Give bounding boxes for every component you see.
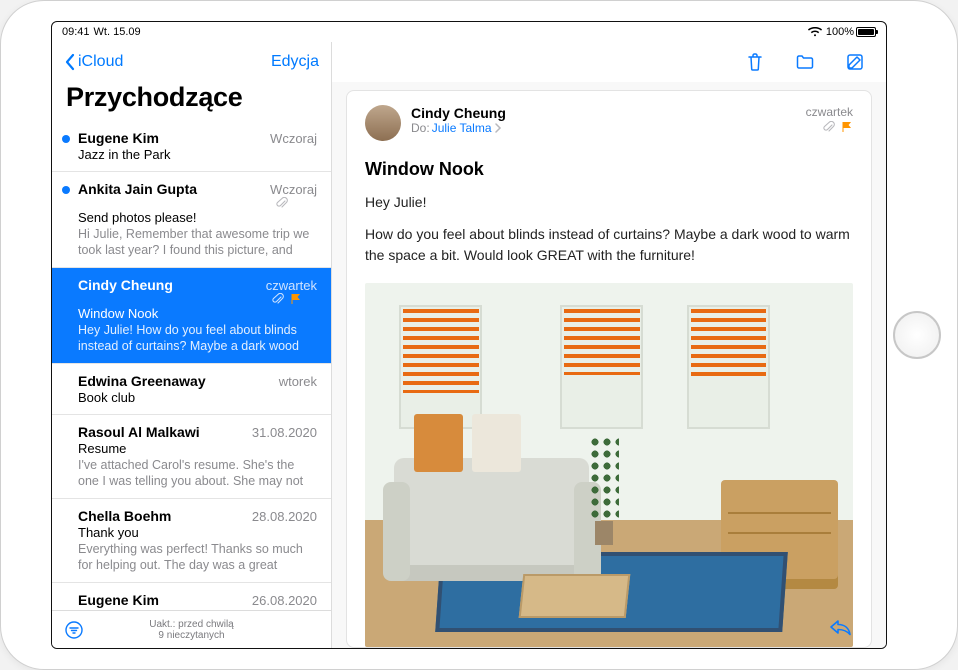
back-button[interactable]: iCloud (64, 53, 123, 71)
mail-item-sender: Eugene Kim (78, 130, 159, 146)
reply-button[interactable] (829, 617, 853, 637)
to-name: Julie Talma (432, 121, 492, 135)
mail-item[interactable]: Chella Boehm 28.08.2020Thank youEverythin… (52, 499, 331, 583)
mail-item-subject: Thank you (78, 525, 317, 540)
mail-item-date: czwartek (266, 278, 317, 305)
mail-item[interactable]: Edwina Greenaway wtorekBook club (52, 364, 331, 415)
mail-item-preview: Everything was perfect! Thanks so much f… (78, 541, 317, 573)
home-button[interactable] (893, 311, 941, 359)
message-subject: Window Nook (365, 159, 853, 180)
mail-item-date: wtorek (279, 374, 317, 389)
compose-button[interactable] (844, 51, 866, 73)
ipad-frame: 09:41 Wt. 15.09 100% (0, 0, 958, 670)
message-paragraph: Hey Julie! (365, 192, 853, 212)
mail-item-subject: Jazz in the Park (78, 147, 317, 162)
mail-item[interactable]: Rasoul Al Malkawi 31.08.2020ResumeI've at… (52, 415, 331, 499)
status-date: Wt. 15.09 (94, 26, 141, 38)
chevron-right-icon (494, 123, 502, 133)
mail-list[interactable]: Eugene KimWczorajJazz in the ParkAnkita … (52, 121, 331, 610)
attachment-icon (276, 197, 288, 209)
attachment-icon (823, 121, 835, 133)
footer-updated: Uakt.: przed chwilą (149, 619, 233, 630)
mail-item-sender: Edwina Greenaway (78, 373, 206, 389)
mail-item-subject: Book club (78, 390, 317, 405)
mail-item-date: 26.08.2020 (252, 593, 317, 608)
mail-item-preview: Hey Julie! How do you feel about blinds … (78, 322, 317, 354)
status-bar: 09:41 Wt. 15.09 100% (52, 22, 886, 42)
filter-icon[interactable] (64, 620, 84, 640)
mail-item[interactable]: Cindy Cheung czwartekWindow NookHey Julie… (52, 268, 331, 364)
chevron-left-icon (64, 53, 76, 71)
mail-item-sender: Cindy Cheung (78, 277, 173, 293)
flag-icon (290, 293, 302, 305)
battery-indicator: 100% (826, 26, 876, 38)
mail-item-date: Wczoraj (270, 182, 317, 209)
flag-icon (841, 121, 853, 133)
trash-button[interactable] (744, 51, 766, 73)
move-button[interactable] (794, 51, 816, 73)
avatar[interactable] (365, 105, 401, 141)
mail-item[interactable]: Ankita Jain Gupta WczorajSend photos plea… (52, 172, 331, 268)
unread-dot-icon (62, 135, 70, 143)
edit-button[interactable]: Edycja (271, 53, 319, 71)
mail-item-date: 28.08.2020 (252, 509, 317, 524)
mail-item-sender: Chella Boehm (78, 508, 171, 524)
to-label: Do: (411, 121, 430, 135)
message-text: Hey Julie! How do you feel about blinds … (365, 192, 853, 277)
attachment-icon (272, 293, 284, 305)
mail-item-subject: Send photos please! (78, 210, 317, 225)
mail-item-date: 31.08.2020 (252, 425, 317, 440)
message-attachment-image[interactable] (365, 283, 853, 647)
sidebar-footer: Uakt.: przed chwilą 9 nieczytanych (52, 610, 331, 648)
message-body: Cindy Cheung Do: Julie Talma czwartek (346, 90, 872, 648)
mail-item-sender: Ankita Jain Gupta (78, 181, 197, 197)
mail-item-date: Wczoraj (270, 131, 317, 146)
wifi-icon (808, 27, 822, 37)
mailbox-title: Przychodzące (52, 82, 331, 121)
mail-item-subject: Resume (78, 441, 317, 456)
footer-unread-count: 9 nieczytanych (158, 630, 224, 641)
mail-item-subject: Window Nook (78, 306, 317, 321)
message-date: czwartek (806, 105, 853, 119)
message-toolbar (332, 42, 886, 82)
mailbox-sidebar: iCloud Edycja Przychodzące Eugene Kim Wcz… (52, 42, 332, 648)
screen: 09:41 Wt. 15.09 100% (51, 21, 887, 649)
back-label: iCloud (78, 53, 123, 71)
mail-item-preview: I've attached Carol's resume. She's the … (78, 457, 317, 489)
mail-item-sender: Eugene Kim (78, 592, 159, 608)
status-time: 09:41 (62, 26, 90, 38)
message-paragraph: How do you feel about blinds instead of … (365, 224, 853, 265)
mail-item-preview: Hi Julie, Remember that awesome trip we … (78, 226, 317, 258)
mail-item[interactable]: Eugene Kim26.08.2020Running articleHello… (52, 583, 331, 610)
unread-dot-icon (62, 186, 70, 194)
mail-item[interactable]: Eugene Kim WczorajJazz in the Park (52, 121, 331, 172)
message-pane: Cindy Cheung Do: Julie Talma czwartek (332, 42, 886, 648)
message-to[interactable]: Do: Julie Talma (411, 121, 796, 135)
message-from[interactable]: Cindy Cheung (411, 105, 796, 121)
app-content: iCloud Edycja Przychodzące Eugene Kim Wcz… (52, 42, 886, 648)
battery-percent: 100% (826, 26, 854, 38)
mail-item-sender: Rasoul Al Malkawi (78, 424, 200, 440)
